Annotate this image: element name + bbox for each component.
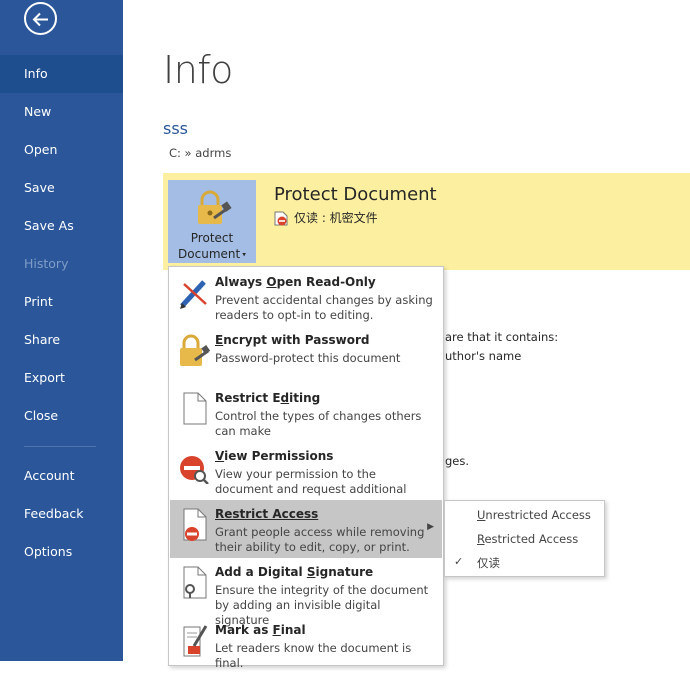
menu-view-permissions[interactable]: View Permissions View your permission to… (170, 442, 442, 511)
nav-account[interactable]: Account (0, 457, 123, 495)
lock-key-icon (180, 334, 210, 366)
nav-open[interactable]: Open (0, 131, 123, 169)
document-icon (183, 392, 207, 425)
menu-item-title: Encrypt with Password (215, 333, 370, 347)
checkmark-icon: ✓ (454, 555, 464, 568)
document-name: sss (163, 119, 189, 138)
menu-item-description: Control the types of changes others can … (215, 409, 422, 438)
menu-item-description: Prevent accidental changes by asking rea… (215, 293, 433, 322)
menu-item-description: Grant people access while removing their… (215, 525, 425, 554)
menu-add-digital-signature[interactable]: Add a Digital Signature Ensure the integ… (170, 558, 442, 627)
menu-mark-as-final[interactable]: Mark as Final Let readers know the docum… (170, 616, 442, 674)
nav-save[interactable]: Save (0, 169, 123, 207)
menu-restrict-editing[interactable]: Restrict Editing Control the types of ch… (170, 384, 442, 442)
restrict-access-submenu: Unrestricted Access Restricted Access ✓ … (444, 500, 605, 577)
menu-always-open-read-only[interactable]: Always Open Read-Only Prevent accidental… (170, 268, 442, 326)
protect-title: Protect Document (274, 184, 437, 205)
nav-history: History (24, 256, 69, 271)
inspect-text-2: uthor's name (445, 349, 522, 363)
inspect-text-1: are that it contains: (445, 330, 559, 344)
submenu-restricted-access[interactable]: Restricted Access (477, 532, 578, 546)
submenu-unrestricted-access[interactable]: Unrestricted Access (477, 508, 591, 522)
nav-new[interactable]: New (0, 93, 123, 131)
dropdown-caret-icon: ▾ (240, 250, 246, 259)
menu-item-description: Password-protect this document (215, 351, 401, 365)
nav-info[interactable]: Info (0, 55, 123, 93)
nav-close[interactable]: Close (0, 397, 123, 435)
menu-restrict-access[interactable]: Restrict Access Grant people access whil… (170, 500, 442, 558)
page-title: Info (163, 48, 233, 92)
back-button[interactable] (24, 2, 57, 35)
menu-item-title: Always Open Read-Only (215, 275, 376, 289)
lock-key-icon (198, 190, 232, 224)
nav-print[interactable]: Print (0, 283, 123, 321)
menu-item-title: Mark as Final (215, 623, 306, 637)
versions-text: ges. (445, 454, 470, 468)
nav-divider (24, 446, 96, 447)
protect-status: 仅读 : 机密文件 (274, 209, 378, 226)
protect-button-label-line1: Protect (190, 231, 234, 245)
nav-save-as[interactable]: Save As (0, 207, 123, 245)
nav-options[interactable]: Options (0, 533, 123, 571)
document-path[interactable]: C: » adrms (169, 146, 231, 160)
pencil-edit-icon (180, 280, 207, 309)
menu-item-description: Let readers know the document is final. (215, 641, 412, 670)
restricted-document-icon (183, 508, 207, 541)
protect-document-menu: Always Open Read-Only Prevent accidental… (168, 266, 444, 670)
mark-final-icon (183, 625, 208, 657)
menu-item-title: Restrict Editing (215, 391, 321, 405)
protect-document-button[interactable]: Protect Document ▾ (168, 180, 256, 263)
submenu-template-readonly[interactable]: 仅读 (477, 555, 500, 571)
signature-document-icon (183, 566, 207, 599)
protect-document-section: Protect Document ▾ Protect Document 仅读 :… (163, 173, 690, 270)
view-permission-icon (180, 456, 209, 484)
nav-share[interactable]: Share (0, 321, 123, 359)
backstage-sidebar: Info New Open Save Save As History Print… (0, 0, 123, 661)
protect-button-label-line2: Document ▾ (178, 247, 246, 261)
menu-encrypt-with-password[interactable]: Encrypt with Password Password-protect t… (170, 326, 442, 384)
submenu-arrow-icon: ▶ (427, 522, 434, 532)
restricted-document-icon (274, 211, 288, 226)
menu-item-title: View Permissions (215, 449, 334, 463)
menu-item-title: Restrict Access (215, 507, 319, 521)
protect-status-text: 仅读 : 机密文件 (294, 211, 378, 225)
nav-feedback[interactable]: Feedback (0, 495, 123, 533)
back-arrow-icon (32, 12, 48, 27)
nav-export[interactable]: Export (0, 359, 123, 397)
menu-item-title: Add a Digital Signature (215, 565, 374, 579)
